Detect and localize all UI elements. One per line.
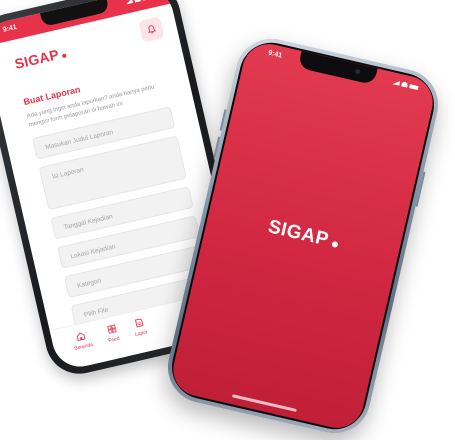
notification-button[interactable] [138, 16, 165, 43]
splash-logo-text: SIGAP [266, 216, 331, 251]
document-icon [134, 318, 144, 328]
logo-dot [331, 240, 339, 248]
wifi-icon [401, 81, 409, 88]
nav-item-feed[interactable]: Feed [103, 316, 124, 359]
home-indicator [231, 394, 297, 412]
nav-home-label: Beranda [73, 341, 94, 352]
logo-dot [61, 53, 67, 59]
grid-icon [106, 324, 117, 334]
status-time: 9:41 [267, 49, 283, 60]
nav-feed-label: Feed [107, 335, 121, 345]
home-icon [77, 332, 86, 341]
bell-icon [148, 25, 157, 34]
notch [297, 50, 378, 86]
nav-item-report[interactable]: Lapor [130, 310, 152, 354]
splash-logo: SIGAP [206, 202, 400, 267]
battery-icon [409, 83, 419, 90]
system-icons [125, 0, 152, 5]
wifi-icon [133, 0, 141, 3]
nav-item-home[interactable]: Beranda [69, 322, 97, 367]
splash-screen: 9:41 SIGAP [167, 38, 439, 434]
app-logo: SIGAP [13, 45, 67, 72]
nav-report-label: Lapor [134, 329, 149, 338]
mockup-stage: 9:41 SIGAP Buat Laporan Ada yang ingin a… [0, 0, 455, 440]
system-icons [392, 79, 419, 90]
camera-icon [354, 68, 361, 75]
app-logo-text: SIGAP [13, 46, 61, 72]
signal-icon [392, 79, 400, 85]
phone-splash-device: 9:41 SIGAP [160, 31, 446, 440]
signal-icon [125, 0, 133, 5]
status-time: 9:41 [2, 23, 18, 34]
